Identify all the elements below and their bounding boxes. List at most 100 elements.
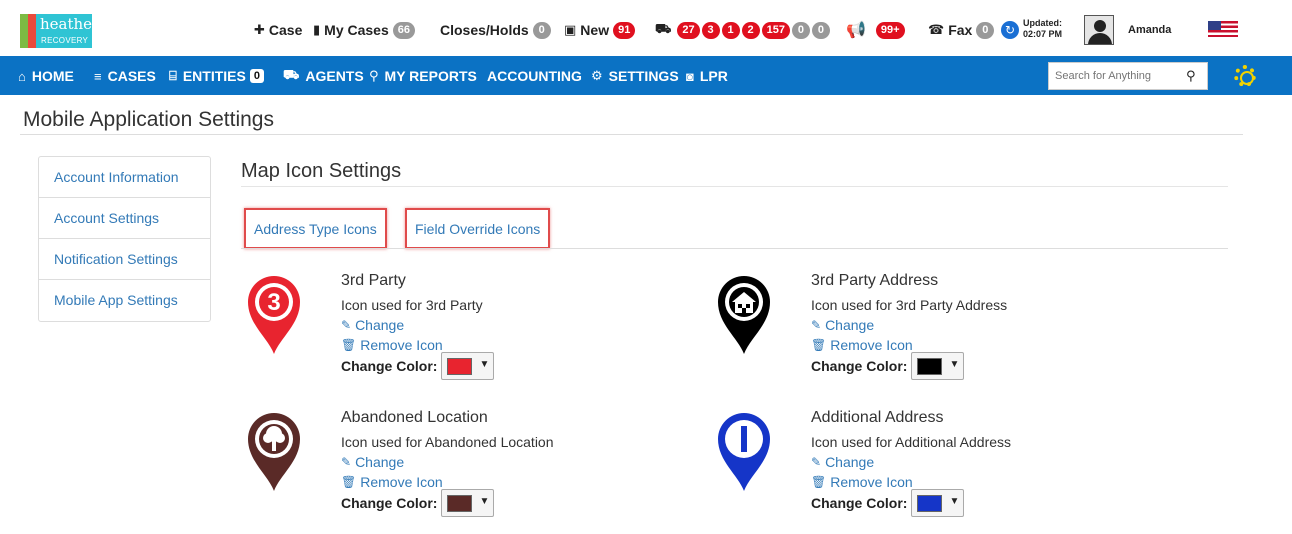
edit-icon: ✎ bbox=[811, 318, 822, 332]
change-label: Change bbox=[355, 454, 405, 470]
color-picker-button[interactable]: ▼ bbox=[911, 489, 965, 517]
nav-home[interactable]: ⌂ HOME bbox=[18, 67, 74, 85]
nav-lpr-label: LPR bbox=[699, 68, 728, 84]
remove-label: Remove Icon bbox=[360, 474, 443, 490]
change-color-row: Change Color: ▼ bbox=[811, 489, 965, 517]
fax-icon: ☎ bbox=[928, 22, 945, 37]
entities-count-badge: 0 bbox=[249, 69, 264, 83]
theme-toggle-sun-icon[interactable] bbox=[1234, 65, 1256, 87]
change-icon-link[interactable]: ✎ Change bbox=[341, 454, 404, 470]
nav-my-reports[interactable]: ⚲ MY REPORTS bbox=[369, 67, 477, 85]
updated-label: Updated: bbox=[1023, 18, 1062, 28]
icon-description: Icon used for 3rd Party bbox=[341, 297, 483, 313]
nav-entities[interactable]: ⌸ ENTITIES 0 bbox=[169, 67, 264, 85]
user-avatar[interactable] bbox=[1084, 15, 1114, 45]
color-picker-button[interactable]: ▼ bbox=[441, 489, 495, 517]
truck-icon: ⛟ bbox=[283, 67, 300, 82]
closes-holds-count-badge: 0 bbox=[532, 21, 551, 39]
fax-button[interactable]: ☎ Fax 0 bbox=[928, 21, 995, 39]
icon-description: Icon used for Additional Address bbox=[811, 434, 1012, 450]
nav-settings-label: SETTINGS bbox=[608, 68, 679, 84]
icon-setting-3rd-party: 3 3rd Party Icon used for 3rd Party ✎ Ch… bbox=[244, 272, 664, 392]
avatar-head bbox=[1094, 20, 1106, 32]
gear-icon: ⚙ bbox=[591, 68, 603, 83]
change-icon-link[interactable]: ✎ Change bbox=[341, 317, 404, 333]
section-title: Map Icon Settings bbox=[241, 160, 402, 182]
briefcase-icon: ▮ bbox=[313, 22, 321, 37]
change-icon-link[interactable]: ✎ Change bbox=[811, 454, 874, 470]
change-color-label: Change Color: bbox=[811, 495, 908, 511]
new-case-label: Case bbox=[268, 22, 303, 38]
color-swatch bbox=[447, 495, 473, 512]
trash-icon: 🗑 bbox=[811, 338, 827, 352]
truck-count-badge-2[interactable]: 3 bbox=[701, 21, 720, 39]
change-icon-link[interactable]: ✎ Change bbox=[811, 317, 874, 333]
sidebar-item-account-information[interactable]: Account Information bbox=[39, 157, 210, 198]
nav-accounting-label: ACCOUNTING bbox=[487, 68, 582, 84]
refresh-icon[interactable]: ↻ bbox=[1001, 21, 1019, 39]
truck-count-badge-3[interactable]: 1 bbox=[721, 21, 740, 39]
bank-icon: ⌸ bbox=[169, 68, 177, 83]
announcements-button[interactable]: 📢 99+ bbox=[846, 21, 905, 39]
color-picker-button[interactable]: ▼ bbox=[441, 352, 495, 380]
nav-my-reports-label: MY REPORTS bbox=[384, 68, 477, 84]
nav-cases[interactable]: ≡ CASES bbox=[94, 67, 156, 85]
truck-status-group[interactable]: ⛟ 27 3 1 2 157 0 0 bbox=[655, 21, 830, 39]
megaphone-icon: 📢 bbox=[846, 22, 866, 39]
fax-count-badge: 0 bbox=[976, 21, 995, 39]
icon-description: Icon used for 3rd Party Address bbox=[811, 297, 1008, 313]
icon-description: Icon used for Abandoned Location bbox=[341, 434, 554, 450]
sidebar-item-mobile-app-settings[interactable]: Mobile App Settings bbox=[39, 280, 210, 321]
new-cases-count-badge: 91 bbox=[613, 21, 636, 39]
my-cases-button[interactable]: ▮ My Cases 66 bbox=[313, 21, 415, 39]
change-label: Change bbox=[355, 317, 405, 333]
trash-icon: 🗑 bbox=[811, 475, 827, 489]
truck-count-badge-4[interactable]: 2 bbox=[741, 21, 760, 39]
color-swatch bbox=[917, 358, 943, 375]
truck-count-badge-7[interactable]: 0 bbox=[811, 21, 830, 39]
sidebar-item-account-settings[interactable]: Account Settings bbox=[39, 198, 210, 239]
logo-box: heather RECOVERY bbox=[36, 14, 99, 48]
closes-holds-button[interactable]: Closes/Holds 0 bbox=[440, 21, 551, 39]
icon-setting-additional-address: Additional Address Icon used for Additio… bbox=[714, 409, 1134, 529]
nav-agents[interactable]: ⛟ AGENTS bbox=[283, 67, 364, 85]
search-icon[interactable]: ⚲ bbox=[1186, 68, 1196, 84]
logo-green-stripe bbox=[20, 14, 28, 48]
remove-icon-link[interactable]: 🗑 Remove Icon bbox=[341, 337, 443, 353]
nav-lpr[interactable]: ◙ LPR bbox=[686, 67, 728, 85]
nav-settings[interactable]: ⚙ SETTINGS bbox=[591, 67, 679, 85]
map-pin-letter-i-icon bbox=[718, 413, 770, 491]
new-cases-button[interactable]: ▣ New 91 bbox=[564, 21, 636, 39]
truck-count-badge-6[interactable]: 0 bbox=[791, 21, 810, 39]
sidebar-item-notification-settings[interactable]: Notification Settings bbox=[39, 239, 210, 280]
heather-recovery-logo[interactable]: heather RECOVERY bbox=[20, 14, 99, 48]
truck-count-badge-1[interactable]: 27 bbox=[677, 21, 700, 39]
remove-icon-link[interactable]: 🗑 Remove Icon bbox=[811, 474, 913, 490]
icon-name: 3rd Party Address bbox=[811, 272, 939, 289]
truck-count-badge-5[interactable]: 157 bbox=[761, 21, 790, 39]
color-picker-button[interactable]: ▼ bbox=[911, 352, 965, 380]
toolbox-icon: ▣ bbox=[564, 22, 577, 37]
remove-label: Remove Icon bbox=[360, 337, 443, 353]
nav-accounting[interactable]: ACCOUNTING bbox=[487, 67, 582, 85]
us-flag-icon[interactable] bbox=[1208, 21, 1238, 37]
remove-icon-link[interactable]: 🗑 Remove Icon bbox=[811, 337, 913, 353]
icon-setting-abandoned-location: Abandoned Location Icon used for Abandon… bbox=[244, 409, 664, 529]
home-icon: ⌂ bbox=[18, 68, 26, 84]
announcements-count-badge: 99+ bbox=[875, 21, 905, 39]
camera-icon: ◙ bbox=[686, 68, 694, 84]
search-input[interactable] bbox=[1049, 63, 1179, 89]
chevron-down-icon: ▼ bbox=[949, 359, 960, 370]
remove-icon-link[interactable]: 🗑 Remove Icon bbox=[341, 474, 443, 490]
chevron-down-icon: ▼ bbox=[949, 496, 960, 507]
settings-sidebar: Account Information Account Settings Not… bbox=[38, 156, 211, 322]
flag-canton bbox=[1208, 21, 1221, 30]
main-navbar: ⌂ HOME ≡ CASES ⌸ ENTITIES 0 ⛟ AGENTS ⚲ M… bbox=[0, 56, 1292, 95]
icon-name: Abandoned Location bbox=[341, 409, 488, 426]
new-case-button[interactable]: ✚ Case bbox=[254, 21, 302, 39]
user-name[interactable]: Amanda bbox=[1128, 24, 1171, 36]
tab-field-override-icons[interactable]: Field Override Icons bbox=[405, 208, 551, 249]
plus-icon: ✚ bbox=[254, 22, 265, 37]
logo-word-heather: heather bbox=[40, 15, 100, 33]
tab-address-type-icons[interactable]: Address Type Icons bbox=[244, 208, 387, 249]
